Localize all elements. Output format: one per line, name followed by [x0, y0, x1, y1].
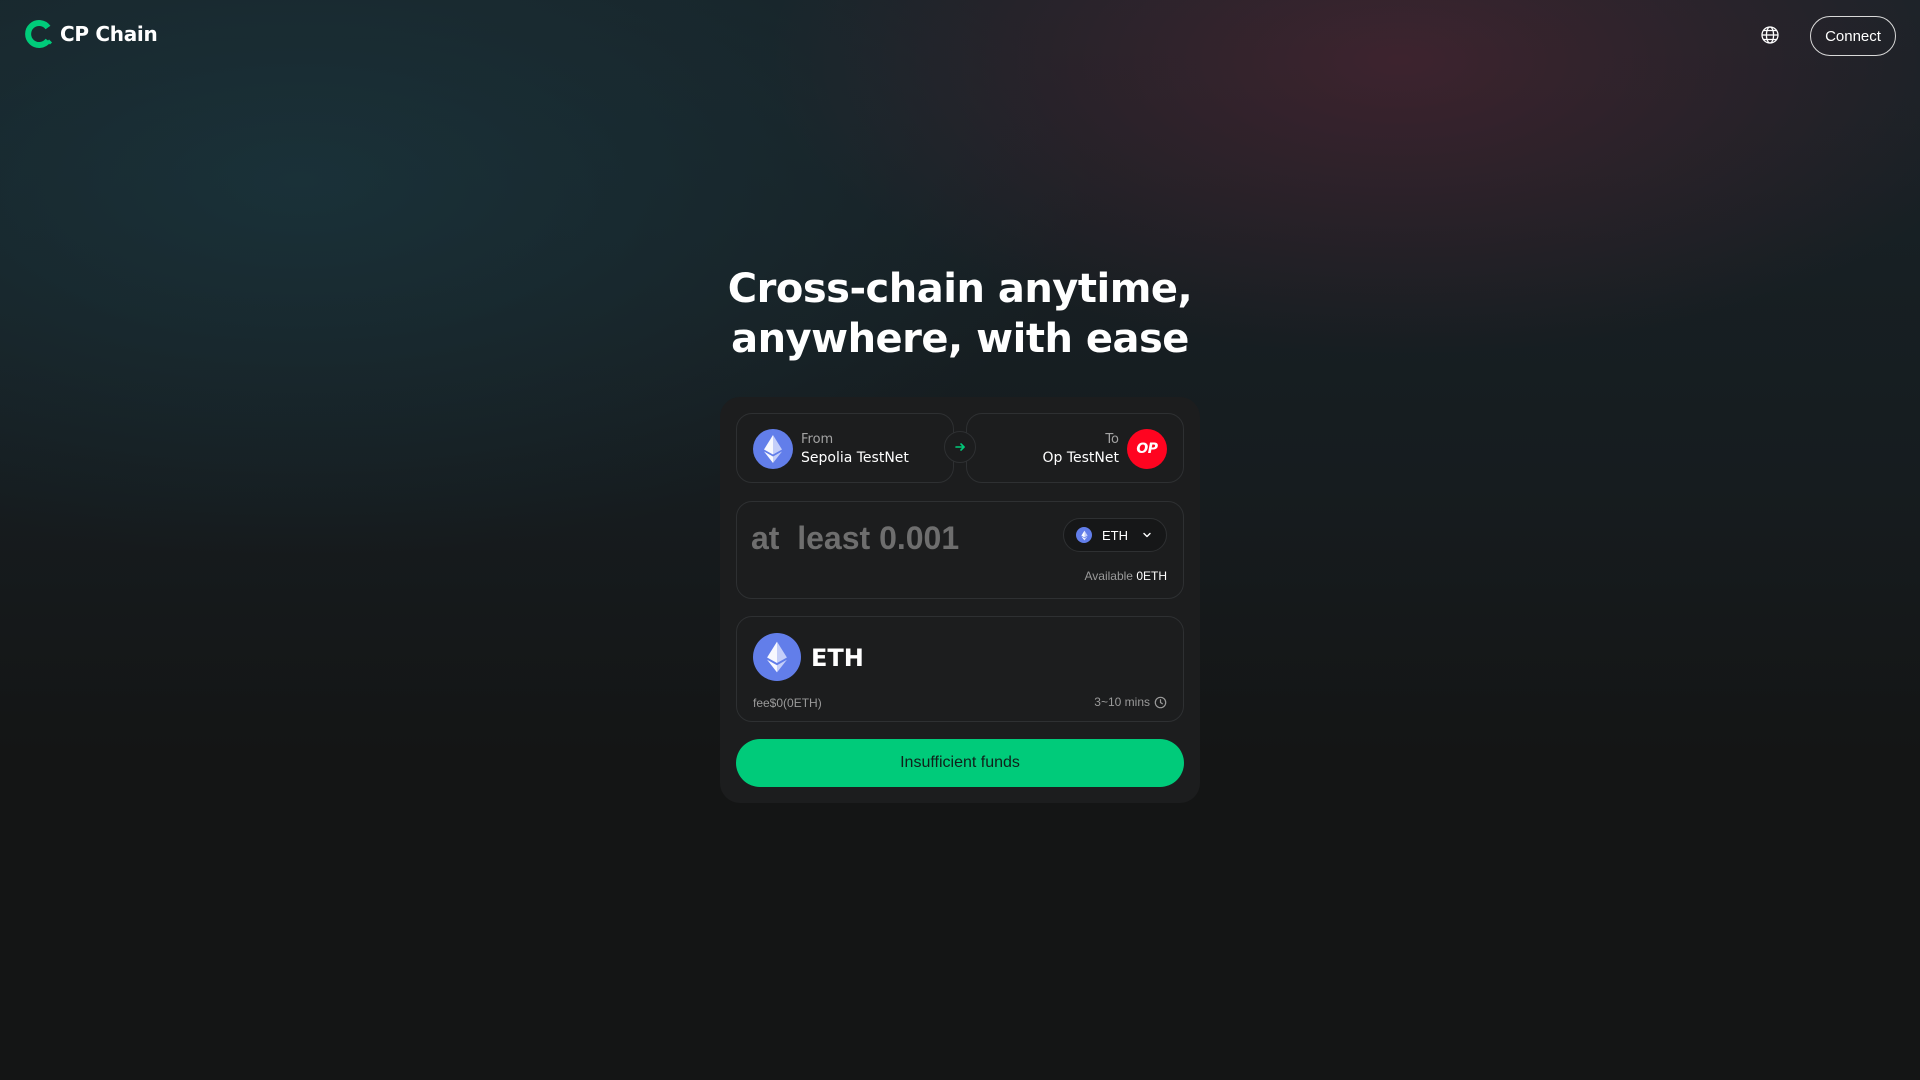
to-network-name: Op TestNet — [1042, 450, 1119, 466]
submit-button[interactable]: Insufficient funds — [736, 739, 1184, 787]
brand-name: CP Chain — [60, 22, 158, 46]
clock-icon — [1154, 696, 1167, 708]
brand-logo[interactable]: CP Chain — [24, 18, 158, 50]
available-label: Available — [1084, 569, 1133, 583]
available-value: 0ETH — [1136, 569, 1167, 583]
cp-logo-icon — [25, 20, 53, 48]
fee-text: fee$0(0ETH) — [753, 696, 822, 710]
hero-title: Cross-chain anytime, anywhere, with ease — [727, 266, 1193, 362]
to-network-selector[interactable]: To Op TestNet OP — [966, 413, 1184, 483]
amount-input[interactable] — [751, 518, 961, 558]
from-network-selector[interactable]: From Sepolia TestNet — [736, 413, 954, 483]
optimism-icon: OP — [1127, 429, 1167, 469]
token-selector[interactable]: ETH — [1063, 518, 1167, 552]
language-button[interactable] — [1758, 23, 1782, 47]
swap-direction-button[interactable] — [944, 431, 976, 463]
receive-token-symbol: ETH — [811, 644, 864, 672]
amount-panel: ETH Available 0ETH — [736, 501, 1184, 599]
optimism-icon-text: OP — [1136, 441, 1158, 457]
available-balance: Available 0ETH — [1084, 569, 1167, 583]
ethereum-icon — [753, 633, 801, 681]
to-caption: To — [1105, 432, 1119, 447]
bridge-card: From Sepolia TestNet To Op TestNet OP at… — [720, 397, 1200, 803]
ethereum-icon — [1076, 527, 1092, 543]
arrow-right-icon — [955, 443, 965, 451]
token-symbol: ETH — [1102, 527, 1128, 543]
estimated-time: 3~10 mins — [1094, 695, 1167, 709]
from-caption: From — [801, 432, 834, 447]
receive-panel: ETH fee$0(0ETH) 3~10 mins — [736, 616, 1184, 722]
ethereum-icon — [753, 429, 793, 469]
top-nav: CP Chain Connect — [0, 0, 1920, 70]
connect-wallet-button[interactable]: Connect — [1810, 16, 1896, 56]
chevron-down-icon — [1143, 532, 1151, 538]
from-network-name: Sepolia TestNet — [801, 450, 909, 466]
estimated-time-text: 3~10 mins — [1094, 695, 1150, 709]
globe-icon — [1761, 26, 1779, 44]
